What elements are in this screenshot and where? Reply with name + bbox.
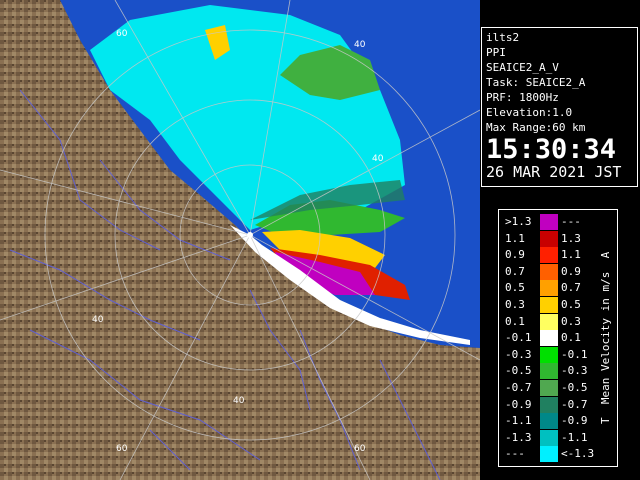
- site-name: ilts2: [486, 31, 520, 44]
- legend-upper-bound: 1.3: [561, 231, 581, 245]
- legend-color-swatch: [540, 446, 558, 463]
- legend-color-swatch: [540, 346, 558, 363]
- legend-upper-bound: 0.3: [561, 314, 581, 328]
- legend-lower-bound: -0.1: [505, 331, 532, 345]
- radar-ppi-display[interactable]: 60 40 40 40 60 60 40 40: [0, 0, 480, 480]
- range-label: 60: [354, 444, 366, 454]
- legend-lower-bound: -0.3: [505, 347, 532, 361]
- scan-type: PPI: [486, 46, 506, 59]
- range-label: 60: [116, 444, 128, 454]
- legend-lower-bound: -1.1: [505, 414, 532, 428]
- legend-upper-bound: 0.9: [561, 264, 581, 278]
- elevation-value: Elevation:1.0: [486, 106, 573, 119]
- legend-color-swatch: [540, 330, 558, 347]
- legend-color-swatch: [540, 313, 558, 330]
- legend-upper-bound: 0.5: [561, 298, 581, 311]
- scan-date: 26 MAR 2021 JST: [486, 163, 622, 181]
- range-label: 40: [92, 315, 104, 325]
- legend-lower-bound: 0.1: [505, 314, 525, 328]
- legend-color-swatch: [540, 429, 558, 446]
- volume-name: SEAICE2_A_V: [486, 61, 559, 74]
- legend-lower-bound: 0.9: [505, 248, 525, 262]
- legend-lower-bound: -0.7: [505, 381, 532, 394]
- radar-site-marker: [247, 232, 253, 238]
- legend-lower-bound: -1.3: [505, 430, 532, 444]
- legend-upper-bound: -1.1: [561, 430, 588, 444]
- legend-color-swatch: [540, 396, 558, 413]
- legend-color-swatch: [540, 280, 558, 297]
- range-label: 40: [233, 396, 245, 406]
- legend-lower-bound: -0.5: [505, 364, 532, 378]
- legend-lower-bound: 0.7: [505, 264, 525, 278]
- legend-color-swatch: [540, 413, 558, 430]
- legend-upper-bound: <-1.3: [561, 447, 595, 461]
- legend-upper-bound: -0.7: [561, 397, 588, 411]
- legend-upper-bound: 0.1: [561, 331, 581, 345]
- legend-lower-bound: ---: [505, 447, 525, 461]
- max-range-value: Max Range:60 km: [486, 121, 586, 134]
- legend-lower-bound: 0.3: [505, 298, 525, 311]
- legend-lower-bound: 0.5: [505, 281, 525, 295]
- legend-upper-bound: ---: [561, 215, 581, 228]
- legend-color-swatch: [540, 263, 558, 280]
- legend-color-swatch: [540, 214, 558, 230]
- range-label: 40: [354, 40, 366, 50]
- legend-lower-bound: 1.1: [505, 231, 525, 245]
- range-label: 40: [372, 154, 384, 164]
- legend-color-swatch: [540, 380, 558, 396]
- legend-color-swatch: [540, 297, 558, 313]
- legend-corner-bottom: T: [599, 417, 612, 425]
- task-name: Task: SEAICE2_A: [486, 76, 586, 89]
- legend-upper-bound: -0.1: [561, 347, 588, 361]
- velocity-legend: >1.3 --- 1.1 1.3 0.9 1.1 0.7 0.9 0.5 0.7 0.3 0.5 0.1…: [498, 209, 618, 467]
- legend-color-swatch: [540, 363, 558, 380]
- range-label: 40: [372, 318, 384, 328]
- legend-color-swatch: [540, 230, 558, 247]
- legend-lower-bound: -0.9: [505, 397, 532, 411]
- range-label: 60: [116, 29, 128, 39]
- legend-upper-bound: 1.1: [561, 248, 581, 262]
- legend-unit: T Mean Velocity in m/s A: [599, 214, 613, 462]
- scan-time: 15:30:34: [486, 134, 617, 165]
- scan-info-panel: ilts2 PPI SEAICE2_A_V Task: SEAICE2_A PR…: [481, 27, 638, 187]
- legend-upper-bound: 0.7: [561, 281, 581, 295]
- legend-color-swatch: [540, 247, 558, 264]
- legend-unit-label: Mean Velocity in m/s: [599, 271, 612, 405]
- prf-value: PRF: 1800Hz: [486, 91, 559, 104]
- legend-lower-bound: >1.3: [505, 215, 532, 228]
- legend-upper-bound: -0.5: [561, 381, 588, 394]
- legend-corner-top: A: [599, 251, 612, 259]
- legend-upper-bound: -0.9: [561, 414, 588, 428]
- legend-upper-bound: -0.3: [561, 364, 588, 378]
